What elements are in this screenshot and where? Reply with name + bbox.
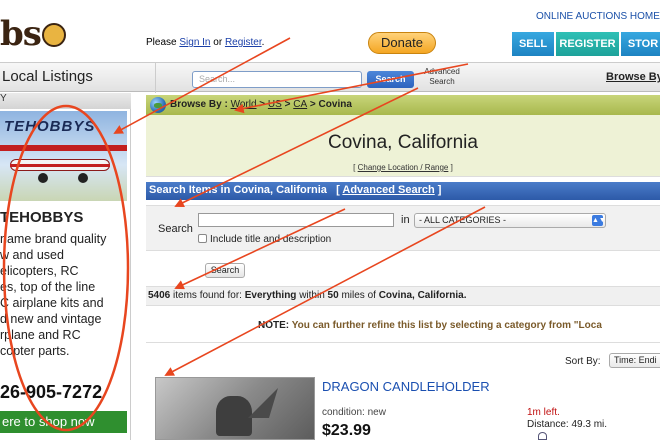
search-input[interactable] <box>198 213 394 227</box>
signin-link[interactable]: Sign In <box>179 37 210 48</box>
ad-banner-image[interactable]: TEHOBBYS <box>0 111 127 201</box>
category-select[interactable]: - ALL CATEGORIES - ▲▼ <box>414 213 606 228</box>
advanced-line1: Advanced <box>424 67 460 76</box>
ad-description-line: w and used <box>0 248 64 262</box>
results-place: Covina, California. <box>378 290 467 301</box>
ad-description-line: rplane and RC <box>0 328 81 342</box>
results-count-bar: 5406 items found for: Everything within … <box>146 286 660 306</box>
ad-description: name brand quality w and used elicopters, … <box>0 231 131 359</box>
search-in-label: in <box>401 214 410 226</box>
logo-o-icon <box>41 23 66 47</box>
change-location: [ Change Location / Range ] <box>146 163 660 172</box>
ad-description-line: C airplane kits and <box>0 296 104 310</box>
page: bsre Please Sign In or Register. Donate … <box>0 0 660 440</box>
breadcrumb-ca[interactable]: CA <box>293 99 307 110</box>
donate-button[interactable]: Donate <box>368 32 436 54</box>
adv-close: ] <box>434 184 442 196</box>
ad-title: TEHOBBYS <box>0 209 84 226</box>
search-section-header: Search Items in Covina, California [ Adv… <box>146 182 660 200</box>
ad-description-line: name brand quality <box>0 232 107 246</box>
location-title: Covina, California <box>328 132 478 153</box>
signin-prefix: Please <box>146 37 180 48</box>
breadcrumb-sep: > <box>256 99 268 110</box>
map-pin-icon[interactable] <box>538 432 547 440</box>
globe-icon <box>150 97 166 113</box>
sort-select[interactable]: Time: Endi <box>609 353 660 368</box>
checkbox-label: Include title and description <box>210 234 332 245</box>
refine-note: NOTE: You can further refine this list b… <box>258 320 602 331</box>
item-title-link[interactable]: DRAGON CANDLEHOLDER <box>322 379 490 394</box>
checkbox-box[interactable] <box>198 234 207 243</box>
ad-phone: 26-905-7272 <box>0 382 103 402</box>
search-form: Search in - ALL CATEGORIES - ▲▼ Include … <box>146 205 660 251</box>
register-link[interactable]: Register <box>225 37 262 48</box>
signin-suffix: . <box>261 37 265 48</box>
nav-sell-tab[interactable]: SELL <box>512 32 555 56</box>
note-label: NOTE: <box>258 320 290 331</box>
header-advanced-search-link[interactable]: Advanced Search <box>420 67 464 87</box>
ad-description-line: elicopters, RC <box>0 264 79 278</box>
header-search-button[interactable]: Search <box>367 71 414 88</box>
search-heading: Search Items in Covina, California <box>149 184 327 196</box>
plane-wheel-shape <box>38 173 48 183</box>
breadcrumb-sep: > <box>281 99 294 110</box>
ad-description-line: d new and vintage <box>0 312 102 326</box>
search-submit-button[interactable]: Search <box>205 263 245 278</box>
change-close: ] <box>448 163 453 172</box>
breadcrumb-city: Covina <box>318 99 352 110</box>
results-text2: within <box>296 290 328 301</box>
plane-wheel-shape <box>78 173 88 183</box>
bar-divider <box>155 63 156 93</box>
signin-message: Please Sign In or Register. <box>146 37 264 48</box>
location-panel: Covina, California [ Change Location / R… <box>146 115 660 177</box>
results-query: Everything <box>244 290 297 301</box>
sort-label: Sort By: <box>565 356 601 367</box>
nav-store-tab[interactable]: STOR <box>621 32 660 56</box>
results-radius: 50 <box>327 290 339 301</box>
change-location-link[interactable]: Change Location / Range <box>358 163 449 172</box>
results-text3: miles of <box>338 290 379 301</box>
sidebar: Y TEHOBBYS TEHOBBYS name brand quality w … <box>0 93 131 440</box>
plane-stripe-shape <box>10 164 110 167</box>
category-value: - ALL CATEGORIES - <box>419 215 507 225</box>
results-count: 5406 <box>148 290 171 301</box>
ad-banner-text: TEHOBBYS <box>4 118 96 135</box>
item-price: $23.99 <box>322 422 371 439</box>
browse-by-link[interactable]: Browse By <box>606 71 660 83</box>
search-label: Search <box>158 223 193 235</box>
listings-bar: Local Listings Search... Search Advanced… <box>0 62 660 93</box>
breadcrumb-sep: > <box>307 99 319 110</box>
ad-description-line: copter parts. <box>0 344 70 358</box>
nav-register-tab[interactable]: REGISTER <box>556 32 620 56</box>
listings-title: Local Listings <box>2 68 93 85</box>
advanced-search-link[interactable]: Advanced Search <box>342 184 434 196</box>
breadcrumb: Browse By : World > US > CA > Covina <box>146 95 660 115</box>
breadcrumb-us[interactable]: US <box>268 99 282 110</box>
include-description-checkbox[interactable]: Include title and description <box>198 234 331 245</box>
item-thumbnail[interactable] <box>155 377 315 440</box>
item-distance: Distance: 49.3 mi. <box>527 419 608 430</box>
dragon-figure-shape <box>216 396 252 436</box>
advanced-line2: Search <box>429 77 455 86</box>
item-condition: condition: new <box>322 407 386 418</box>
divider <box>146 342 660 343</box>
breadcrumb-label: Browse By : <box>170 99 231 110</box>
site-logo[interactable]: bsre <box>0 14 100 94</box>
shop-now-button[interactable]: ere to shop now <box>0 411 127 433</box>
dragon-wing-shape <box>248 388 278 418</box>
item-time-left: 1m left. <box>527 407 560 418</box>
results-text1: items found for: <box>170 290 245 301</box>
note-text: You can further refine this list by sele… <box>289 320 602 331</box>
ad-description-line: es, top of the line <box>0 280 96 294</box>
header-search-input[interactable]: Search... <box>192 71 362 88</box>
chevron-down-icon: ▲▼ <box>592 215 606 226</box>
top-links[interactable]: ONLINE AUCTIONS HOME I <box>536 11 660 22</box>
plane-wing-shape <box>0 145 127 151</box>
breadcrumb-world[interactable]: World <box>231 99 257 110</box>
sidebar-header: Y <box>0 93 131 109</box>
signin-or: or <box>210 37 225 48</box>
